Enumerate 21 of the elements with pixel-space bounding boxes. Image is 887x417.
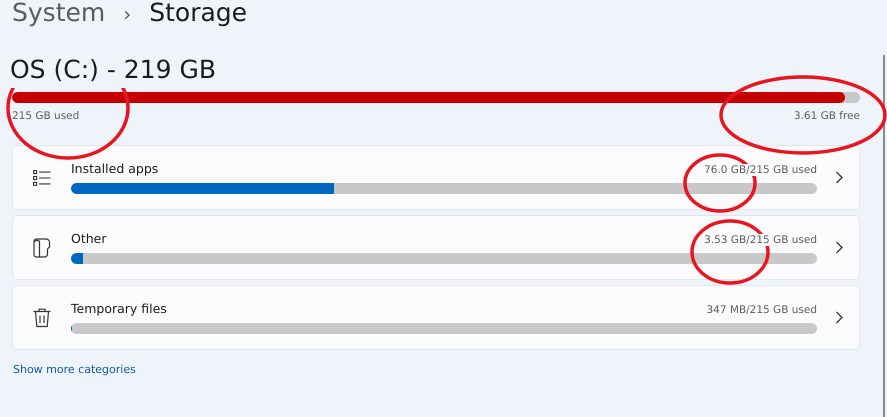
- page-title: Storage: [149, 0, 248, 27]
- list-icon: [33, 170, 51, 186]
- chevron-right-icon: [835, 171, 843, 184]
- category-label: Other: [71, 231, 106, 246]
- breadcrumb-separator: ›: [123, 2, 132, 26]
- document-icon: [33, 238, 51, 258]
- category-usage: 3.53 GB/215 GB used: [704, 234, 817, 246]
- breadcrumb-parent[interactable]: System: [12, 0, 106, 27]
- category-card[interactable]: Installed apps 76.0 GB/215 GB used: [12, 145, 860, 210]
- chevron-right-icon: [835, 311, 843, 324]
- used-label: 215 GB used: [12, 110, 80, 122]
- category-card[interactable]: Temporary files 347 MB/215 GB used: [12, 285, 860, 350]
- category-usage: 347 MB/215 GB used: [706, 304, 817, 316]
- category-card[interactable]: Other 3.53 GB/215 GB used: [12, 215, 860, 280]
- category-label: Installed apps: [71, 161, 158, 176]
- category-usage: 76.0 GB/215 GB used: [704, 164, 817, 176]
- free-label: 3.61 GB free: [794, 110, 860, 122]
- show-more-link[interactable]: Show more categories: [13, 363, 136, 376]
- trash-icon: [33, 308, 51, 328]
- chevron-right-icon: [835, 241, 843, 254]
- category-label: Temporary files: [71, 301, 167, 316]
